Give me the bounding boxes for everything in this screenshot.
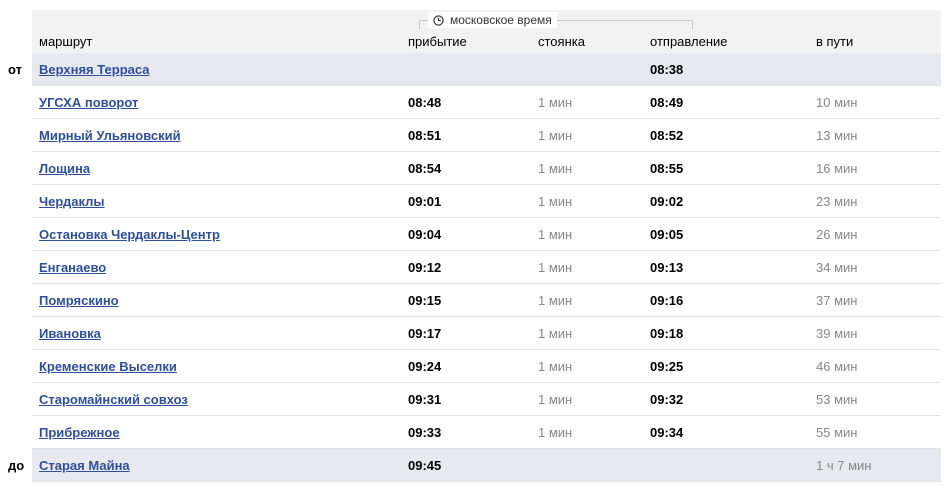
header-departure: отправление [650, 34, 728, 49]
arrival-time: 08:48 [408, 95, 442, 110]
table-row: Лощина 08:54 1 мин 08:55 16 мин [0, 152, 949, 185]
travel-time: 34 мин [816, 260, 858, 275]
station-link[interactable]: Старая Майна [39, 458, 130, 474]
arrival-time: 09:01 [408, 194, 442, 209]
station-link[interactable]: Прибрежное [39, 425, 120, 441]
stop-duration: 1 мин [538, 260, 573, 275]
station-link[interactable]: Енганаево [39, 260, 106, 276]
station-link[interactable]: Старомайнский совхоз [39, 392, 188, 408]
table-row: Старомайнский совхоз 09:31 1 мин 09:32 5… [0, 383, 949, 416]
table-row: до Старая Майна 09:45 1 ч 7 мин [0, 449, 949, 482]
station-link[interactable]: Лощина [39, 161, 90, 177]
arrival-time: 09:04 [408, 227, 442, 242]
travel-time: 46 мин [816, 359, 858, 374]
schedule-table: от Верхняя Терраса 08:38 УГСХА поворот 0… [0, 53, 949, 482]
station-link[interactable]: Ивановка [39, 326, 101, 342]
departure-time: 09:05 [650, 227, 684, 242]
stop-duration: 1 мин [538, 359, 573, 374]
arrival-time: 09:33 [408, 425, 442, 440]
departure-time: 08:38 [650, 62, 684, 77]
arrival-time: 08:54 [408, 161, 442, 176]
timezone-label: московское время [428, 12, 557, 28]
departure-time: 09:16 [650, 293, 684, 308]
station-link[interactable]: Помряскино [39, 293, 119, 309]
table-row: Остановка Чердаклы-Центр 09:04 1 мин 09:… [0, 218, 949, 251]
travel-time: 37 мин [816, 293, 858, 308]
header-route: маршрут [39, 34, 93, 49]
stop-duration: 1 мин [538, 194, 573, 209]
arrival-time: 09:15 [408, 293, 442, 308]
departure-time: 09:25 [650, 359, 684, 374]
station-link[interactable]: УГСХА поворот [39, 95, 138, 111]
table-row: Кременские Выселки 09:24 1 мин 09:25 46 … [0, 350, 949, 383]
schedule-page: маршрут прибытие стоянка отправление в п… [0, 0, 949, 493]
arrival-time: 09:45 [408, 458, 442, 473]
departure-time: 08:49 [650, 95, 684, 110]
stop-duration: 1 мин [538, 392, 573, 407]
stop-duration: 1 мин [538, 161, 573, 176]
departure-time: 08:52 [650, 128, 684, 143]
station-link[interactable]: Остановка Чердаклы-Центр [39, 227, 220, 243]
departure-time: 09:34 [650, 425, 684, 440]
clock-icon [433, 14, 444, 26]
table-row: Помряскино 09:15 1 мин 09:16 37 мин [0, 284, 949, 317]
row-background [32, 53, 941, 86]
arrival-time: 09:17 [408, 326, 442, 341]
station-link[interactable]: Мирный Ульяновский [39, 128, 181, 144]
departure-time: 09:02 [650, 194, 684, 209]
header-travel: в пути [816, 34, 854, 49]
table-row: от Верхняя Терраса 08:38 [0, 53, 949, 86]
row-background [32, 152, 941, 185]
row-prefix: от [8, 62, 22, 77]
row-prefix: до [8, 458, 25, 473]
table-row: Мирный Ульяновский 08:51 1 мин 08:52 13 … [0, 119, 949, 152]
table-row: УГСХА поворот 08:48 1 мин 08:49 10 мин [0, 86, 949, 119]
row-background [32, 251, 941, 284]
row-background [32, 317, 941, 350]
row-background [32, 449, 941, 482]
stop-duration: 1 мин [538, 293, 573, 308]
stop-duration: 1 мин [538, 227, 573, 242]
travel-time: 53 мин [816, 392, 858, 407]
stop-duration: 1 мин [538, 128, 573, 143]
arrival-time: 08:51 [408, 128, 442, 143]
travel-time: 13 мин [816, 128, 858, 143]
arrival-time: 09:31 [408, 392, 442, 407]
arrival-time: 09:12 [408, 260, 442, 275]
table-row: Прибрежное 09:33 1 мин 09:34 55 мин [0, 416, 949, 449]
table-row: Енганаево 09:12 1 мин 09:13 34 мин [0, 251, 949, 284]
stop-duration: 1 мин [538, 425, 573, 440]
row-background [32, 416, 941, 449]
stop-duration: 1 мин [538, 95, 573, 110]
travel-time: 26 мин [816, 227, 858, 242]
row-background [32, 185, 941, 218]
departure-time: 09:13 [650, 260, 684, 275]
travel-time: 16 мин [816, 161, 858, 176]
arrival-time: 09:24 [408, 359, 442, 374]
station-link[interactable]: Верхняя Терраса [39, 62, 150, 78]
travel-time: 10 мин [816, 95, 858, 110]
travel-time: 39 мин [816, 326, 858, 341]
table-row: Чердаклы 09:01 1 мин 09:02 23 мин [0, 185, 949, 218]
table-row: Ивановка 09:17 1 мин 09:18 39 мин [0, 317, 949, 350]
header-stop: стоянка [538, 34, 585, 49]
travel-time: 55 мин [816, 425, 858, 440]
travel-time: 1 ч 7 мин [816, 458, 872, 473]
timezone-text: московское время [450, 13, 552, 27]
station-link[interactable]: Чердаклы [39, 194, 105, 210]
header-arrival: прибытие [408, 34, 467, 49]
stop-duration: 1 мин [538, 326, 573, 341]
travel-time: 23 мин [816, 194, 858, 209]
row-background [32, 284, 941, 317]
station-link[interactable]: Кременские Выселки [39, 359, 177, 375]
row-background [32, 86, 941, 119]
departure-time: 08:55 [650, 161, 684, 176]
departure-time: 09:18 [650, 326, 684, 341]
departure-time: 09:32 [650, 392, 684, 407]
